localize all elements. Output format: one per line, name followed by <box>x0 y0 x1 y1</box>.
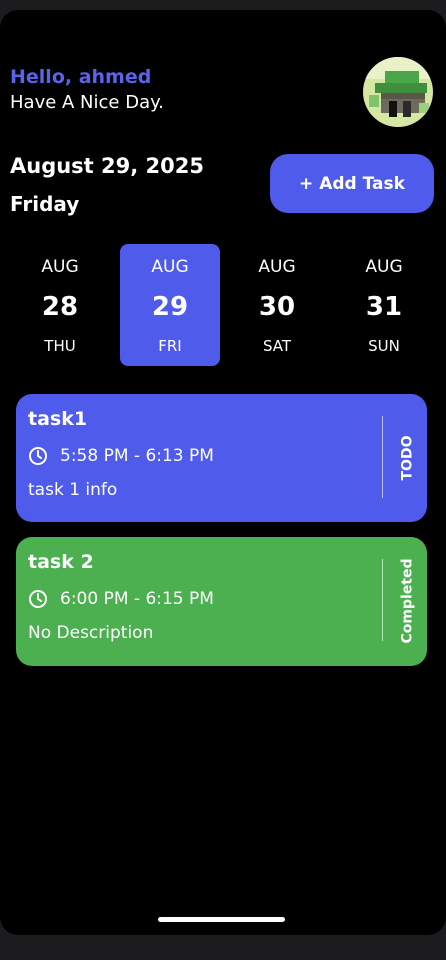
date-month: AUG <box>151 257 189 277</box>
date-item-29[interactable]: AUG 29 FRI <box>120 244 220 366</box>
date-weekday: SAT <box>262 337 292 355</box>
task-status: Completed <box>396 537 418 665</box>
add-task-button[interactable]: + Add Task <box>270 154 434 213</box>
greeting-text: Hello, ahmed <box>10 66 152 88</box>
date-month: AUG <box>365 257 403 277</box>
date-month: AUG <box>258 257 296 277</box>
avatar[interactable] <box>363 57 433 127</box>
task-time-row: 6:00 PM - 6:15 PM <box>28 589 214 609</box>
current-date-block: August 29, 2025 Friday <box>10 150 204 220</box>
task-description: task 1 info <box>28 480 118 500</box>
home-indicator[interactable] <box>158 917 285 922</box>
avatar-image <box>363 57 433 127</box>
current-date: August 29, 2025 <box>10 154 204 178</box>
date-day: 29 <box>151 292 189 322</box>
app-screen: Hello, ahmed Have A Nice Day. August 29,… <box>0 10 446 935</box>
task-divider <box>382 416 383 498</box>
date-weekday: FRI <box>158 337 182 355</box>
date-weekday: THU <box>44 337 76 355</box>
clock-icon <box>29 590 47 608</box>
date-item-31[interactable]: AUG 31 SUN <box>334 244 434 366</box>
current-weekday: Friday <box>10 192 80 216</box>
date-month: AUG <box>41 257 79 277</box>
greeting-block: Hello, ahmed Have A Nice Day. <box>10 65 164 115</box>
task-card[interactable]: task 2 6:00 PM - 6:15 PM No Description … <box>16 537 427 666</box>
task-divider <box>382 559 383 641</box>
date-item-28[interactable]: AUG 28 THU <box>10 244 110 366</box>
clock-icon <box>29 447 47 465</box>
task-description: No Description <box>28 623 154 643</box>
date-day: 28 <box>41 292 79 322</box>
task-title: task 2 <box>28 551 94 573</box>
date-weekday: SUN <box>368 337 400 355</box>
task-time-row: 5:58 PM - 6:13 PM <box>28 446 214 466</box>
date-day: 30 <box>258 292 296 322</box>
task-time: 5:58 PM - 6:13 PM <box>60 446 214 466</box>
task-card[interactable]: task1 5:58 PM - 6:13 PM task 1 info TODO <box>16 394 427 522</box>
date-picker: AUG 28 THU AUG 29 FRI AUG 30 SAT AUG 31 … <box>10 244 436 366</box>
greeting-subtitle: Have A Nice Day. <box>10 92 164 113</box>
task-status-label: TODO <box>399 435 416 481</box>
task-status-label: Completed <box>399 558 416 644</box>
task-time: 6:00 PM - 6:15 PM <box>60 589 214 609</box>
date-item-30[interactable]: AUG 30 SAT <box>227 244 327 366</box>
task-title: task1 <box>28 408 88 430</box>
task-status: TODO <box>396 394 418 522</box>
date-day: 31 <box>365 292 403 322</box>
